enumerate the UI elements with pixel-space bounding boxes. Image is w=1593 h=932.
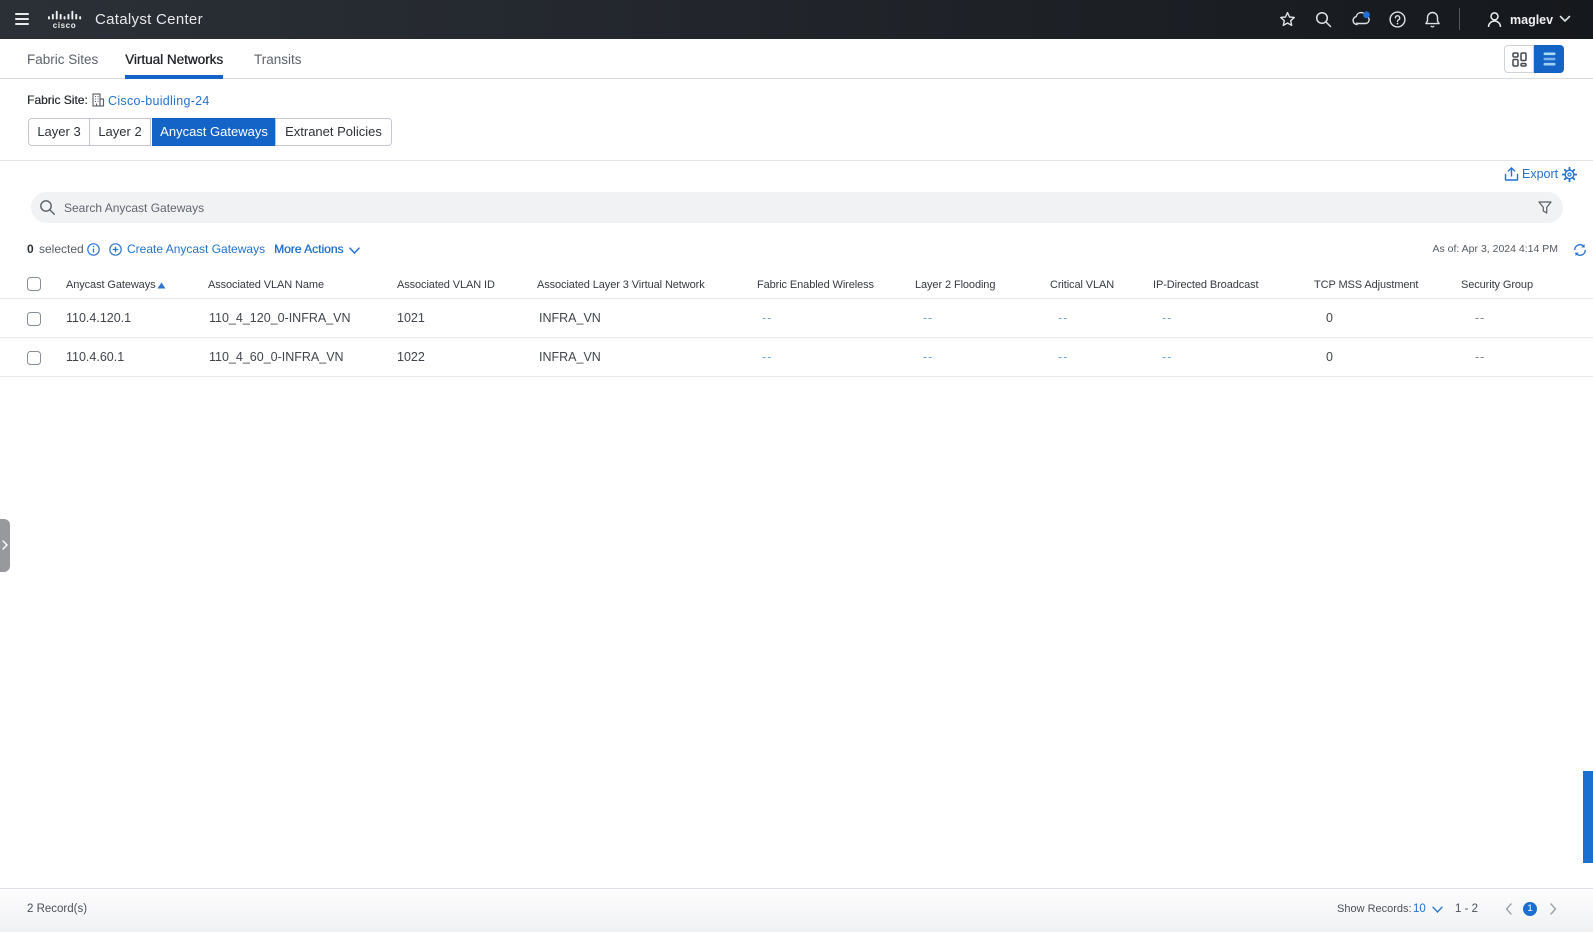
svg-text:cisco: cisco	[53, 21, 76, 29]
